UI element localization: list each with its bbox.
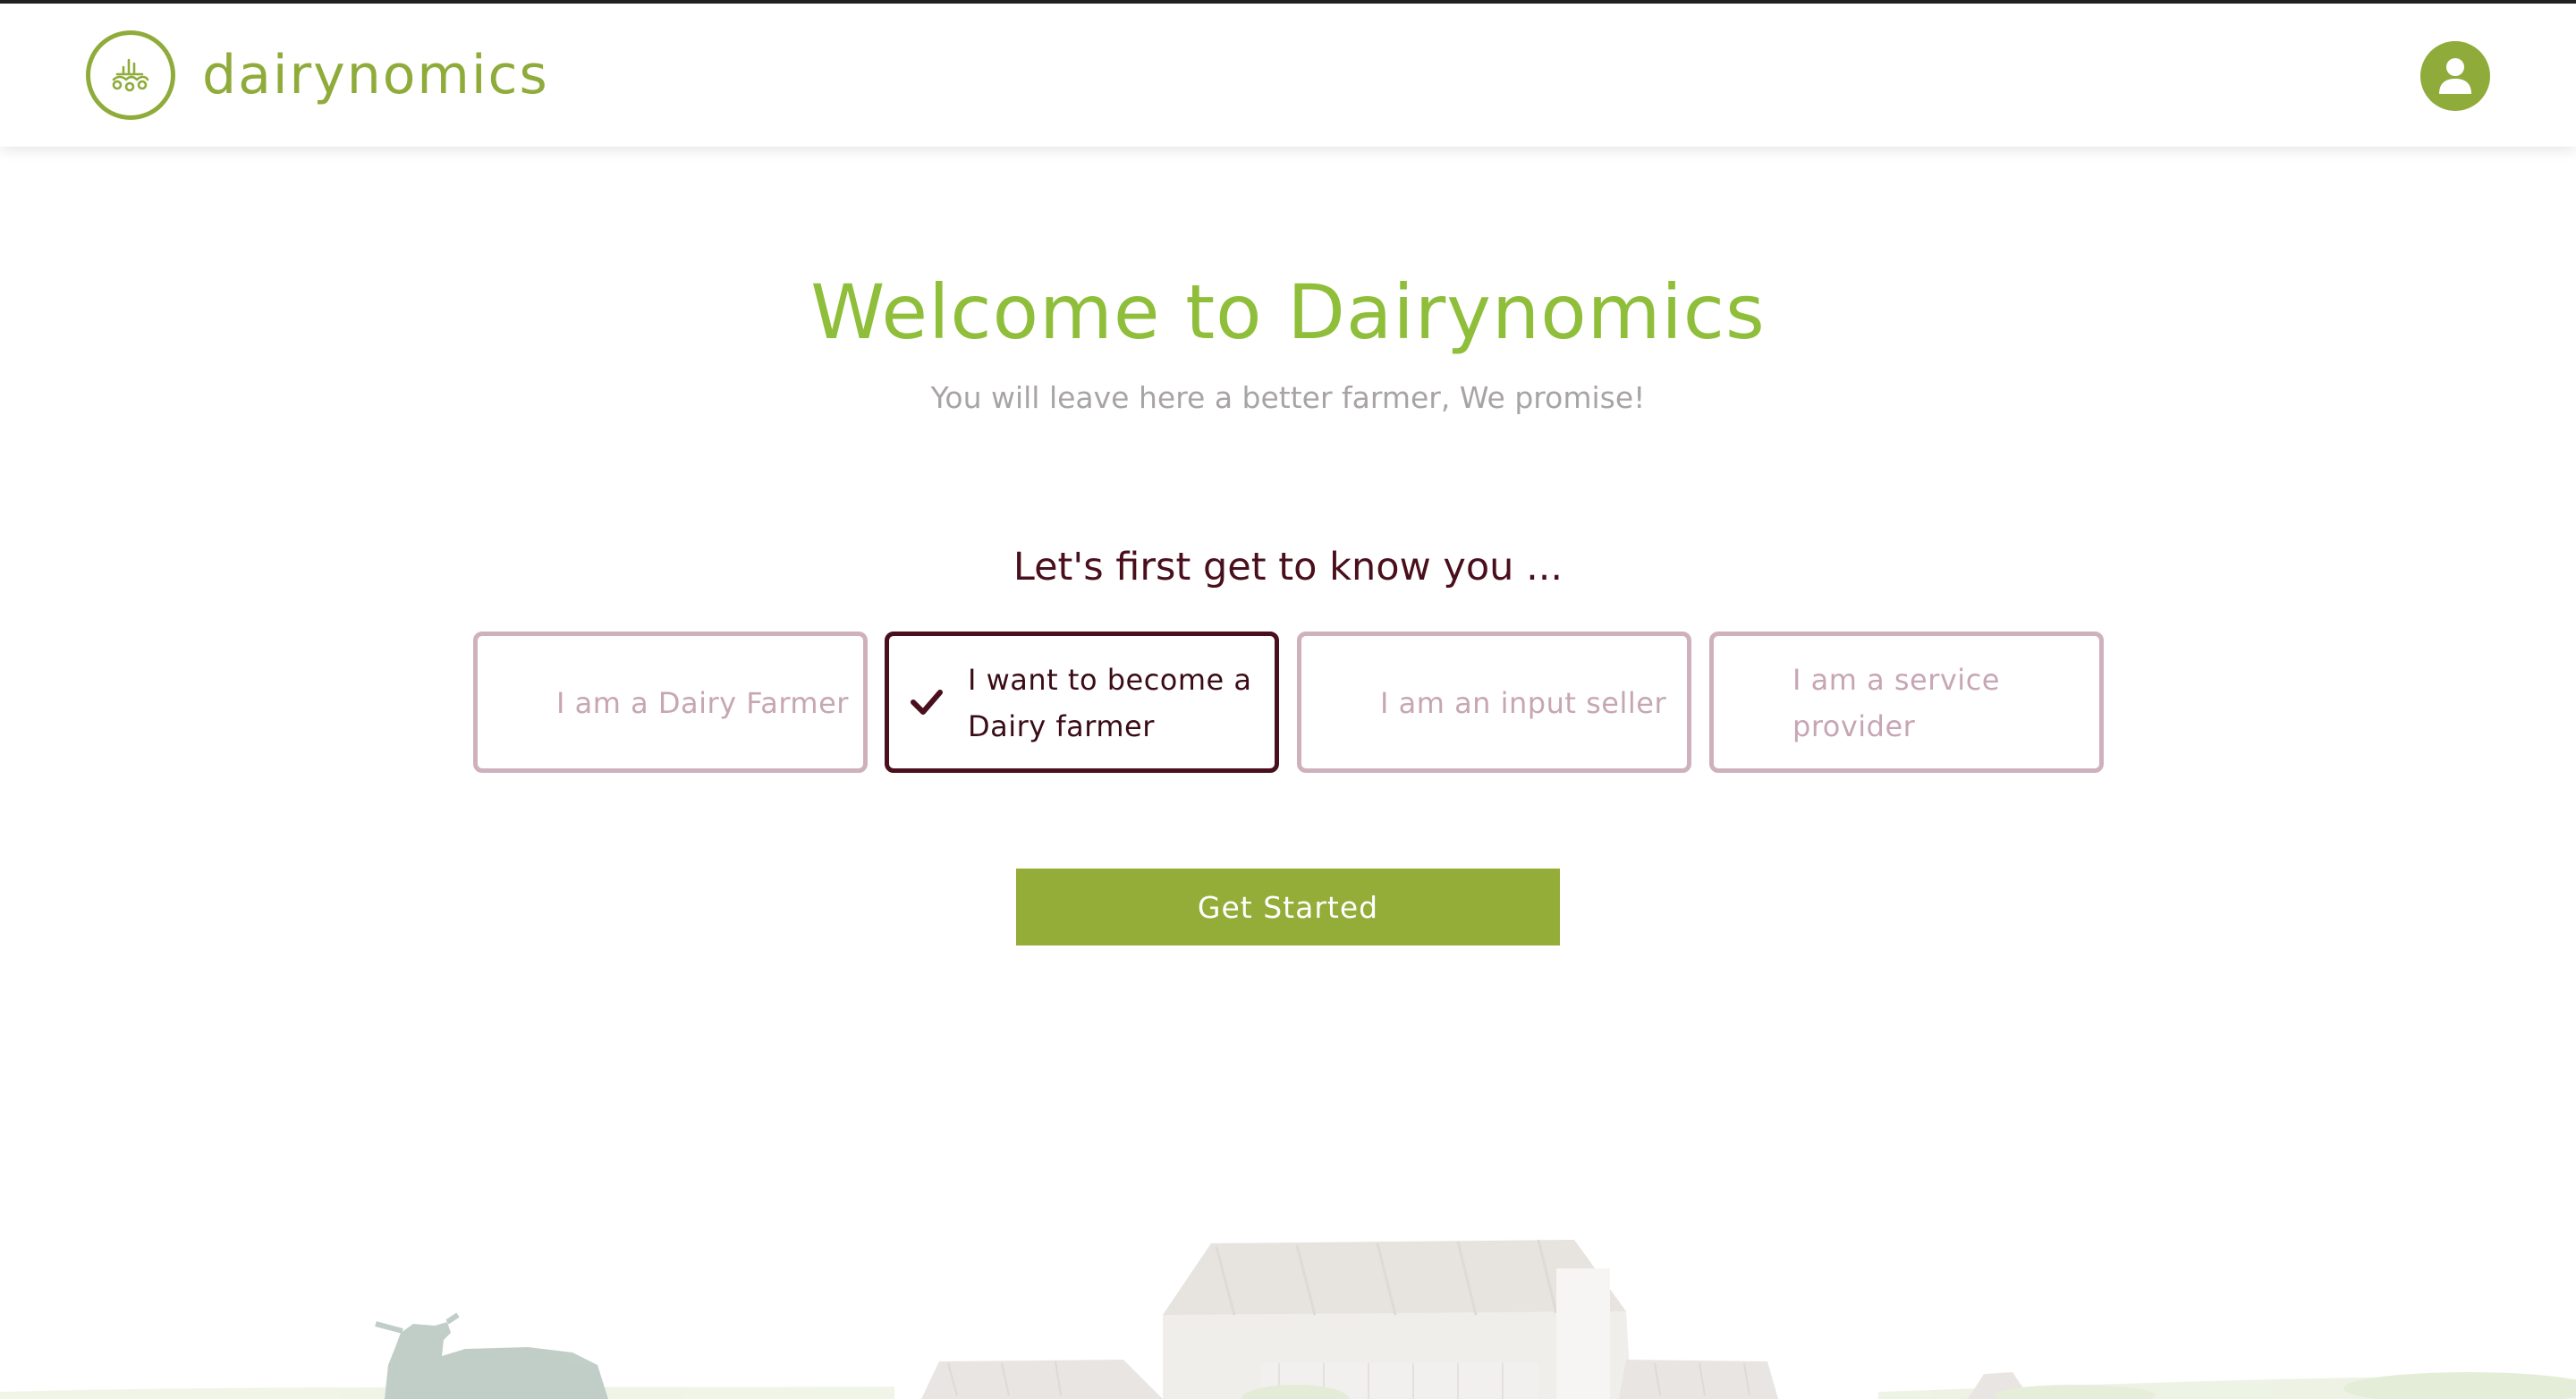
user-icon [2439,58,2471,94]
role-option-input-seller[interactable]: I am an input seller [1297,632,1691,773]
role-option-label: I want to become a Dairy farmer [968,663,1252,743]
role-option-become-dairy-farmer[interactable]: I want to become a Dairy farmer [885,632,1279,773]
main-content: Welcome to Dairynomics You will leave he… [0,147,2576,1399]
role-option-label: I am a Dairy Farmer [556,686,849,720]
role-option-dairy-farmer[interactable]: I am a Dairy Farmer [473,632,868,773]
role-option-label: I am a service provider [1792,663,2000,743]
role-option-label: I am an input seller [1380,686,1667,720]
user-account-button[interactable] [2420,41,2490,111]
page-title: Welcome to Dairynomics [810,268,1766,356]
logo-icon[interactable] [86,30,175,120]
page-subtitle: You will leave here a better farmer, We … [930,380,1646,415]
milk-drop-chart-icon [112,58,149,92]
checkmark-icon [911,690,943,715]
get-started-button[interactable]: Get Started [1016,869,1560,945]
role-option-service-provider[interactable]: I am a service provider [1709,632,2104,773]
role-question: Let's first get to know you ... [1013,545,1563,589]
brand-name[interactable]: dairynomics [202,39,549,111]
top-navbar: dairynomics [0,4,2576,147]
